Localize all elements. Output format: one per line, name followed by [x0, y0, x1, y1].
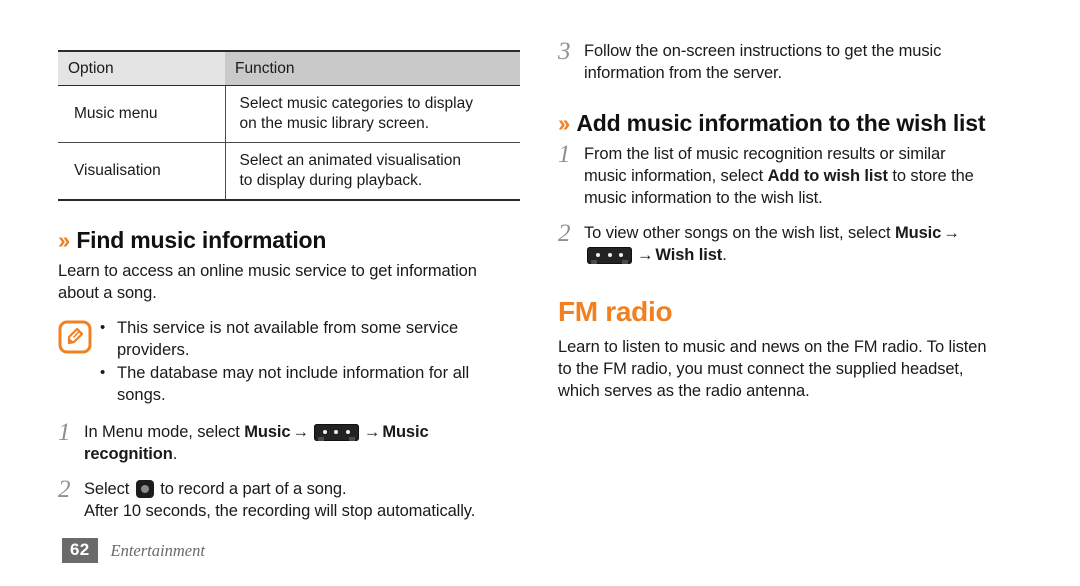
record-button-icon[interactable]	[135, 480, 154, 498]
step-text: In Menu mode, select Music → → Music recogn…	[84, 421, 429, 465]
step-number: 2	[58, 476, 71, 503]
table-header: Option Function	[58, 50, 520, 86]
step-line: After 10 seconds, the recording will sto…	[84, 502, 476, 520]
cell-text-line: on the music library screen.	[239, 114, 430, 132]
section-heading-label: Add music information to the wish list	[576, 110, 986, 136]
note-pencil-icon	[58, 320, 92, 354]
step-line: Follow the on-screen instructions to get…	[584, 42, 942, 60]
bullet-line: This service is not available from some …	[117, 319, 459, 337]
step-line: From the list of music recognition resul…	[584, 145, 946, 163]
cell-text-line: to display during playback.	[239, 171, 423, 189]
step-text-fragment: In Menu mode, select	[84, 423, 245, 441]
arrow-glyph: →	[292, 423, 310, 441]
step-number: 2	[558, 220, 571, 247]
table-body: Music menu Select music categories to di…	[58, 85, 520, 201]
step-text-fragment: to store the	[887, 167, 974, 185]
paragraph-line: about a song.	[58, 284, 157, 302]
page-number: 62	[62, 538, 98, 563]
arrow-glyph: →	[363, 423, 381, 441]
step-line: Select to record a part of a song.	[84, 478, 475, 500]
section-heading-wish-list: ›› Add music information to the wish lis…	[558, 110, 1020, 137]
paragraph-line: Learn to listen to music and news on the…	[558, 338, 987, 356]
step-text-fragment: to record a part of a song.	[155, 480, 347, 498]
step-text-fragment: To view other songs on the wish list, se…	[584, 224, 895, 242]
cell-text-line: Select an animated visualisation	[239, 151, 461, 169]
table-header-row: Option Function	[58, 50, 520, 86]
step-line: → Wish list.	[584, 244, 962, 266]
cell-option-visualisation: Visualisation	[58, 142, 226, 201]
more-options-icon[interactable]	[313, 424, 359, 441]
cell-function-music-menu: Select music categories to display on th…	[225, 85, 520, 143]
note-bullet-list: This service is not available from some …	[100, 317, 470, 408]
bullet-line: songs.	[117, 385, 166, 404]
step-3-find-music: 3 Follow the on-screen instructions to g…	[558, 38, 1020, 84]
column-header-function: Function	[225, 50, 520, 86]
right-column: 3 Follow the on-screen instructions to g…	[558, 38, 1020, 402]
step-text-fragment: .	[722, 246, 727, 264]
arrow-glyph: →	[637, 246, 654, 264]
step-2-find-music: 2 Select to record a part of a song. Aft…	[58, 476, 528, 522]
cell-text-line: Select music categories to display	[239, 94, 473, 112]
step-1-find-music: 1 In Menu mode, select Music → → Music reco…	[58, 419, 528, 465]
cell-option-music-menu: Music menu	[58, 85, 226, 143]
bullet-line: providers.	[117, 340, 190, 359]
manual-page: Option Function Music menu Select music …	[0, 0, 1080, 586]
step-line: music information, select Add to wish li…	[584, 165, 974, 187]
arrow-glyph: →	[943, 224, 960, 242]
step-line: In Menu mode, select Music → → Music	[84, 421, 429, 443]
cell-function-visualisation: Select an animated visualisation to disp…	[225, 142, 520, 201]
step-2-wish-list: 2 To view other songs on the wish list, …	[558, 220, 1020, 266]
more-options-icon[interactable]	[587, 247, 632, 264]
step-bold-add-to-wish-list: Add to wish list	[767, 167, 888, 185]
section-heading-label: Find music information	[76, 227, 327, 253]
chevron-right-icon: ››	[558, 110, 570, 136]
step-bold-music: Music	[244, 423, 291, 441]
step-line: To view other songs on the wish list, se…	[584, 222, 962, 244]
step-text: From the list of music recognition resul…	[584, 143, 974, 209]
step-text-fragment: Select	[84, 480, 134, 498]
step-text: To view other songs on the wish list, se…	[584, 222, 962, 266]
bullet-line: The database may not include information…	[117, 364, 470, 382]
step-bold-recognition: recognition	[84, 445, 173, 463]
step-line: information from the server.	[584, 64, 783, 82]
page-footer: 62 Entertainment	[62, 538, 205, 563]
table-row: Music menu Select music categories to di…	[58, 85, 520, 143]
step-text: Select to record a part of a song. After…	[84, 478, 475, 522]
step-line: music information to the wish list.	[584, 189, 823, 207]
paragraph-line: which serves as the radio antenna.	[558, 382, 810, 400]
step-text-fragment: .	[172, 445, 178, 463]
step-number: 1	[558, 141, 571, 168]
chevron-right-icon: ››	[58, 227, 70, 253]
step-1-wish-list: 1 From the list of music recognition res…	[558, 141, 1020, 209]
section-heading-fm-radio: FM radio	[558, 296, 673, 327]
fm-radio-intro: Learn to listen to music and news on the…	[558, 336, 1020, 402]
step-number: 1	[58, 419, 71, 446]
paragraph-line: to the FM radio, you must connect the su…	[558, 360, 964, 378]
chapter-label: Entertainment	[110, 540, 205, 560]
table-row: Visualisation Select an animated visuali…	[58, 142, 520, 201]
options-table: Option Function Music menu Select music …	[58, 50, 520, 201]
step-number: 3	[558, 38, 571, 65]
left-column: Option Function Music menu Select music …	[58, 40, 528, 522]
step-bold-music-2: Music	[382, 423, 429, 441]
find-music-intro: Learn to access an online music service …	[58, 260, 528, 304]
column-header-option: Option	[58, 50, 225, 86]
step-bold-wish-list: Wish list	[655, 246, 723, 264]
paragraph-line: Learn to access an online music service …	[58, 262, 477, 280]
step-bold-music: Music	[894, 224, 942, 242]
note-callout: This service is not available from some …	[58, 317, 528, 408]
list-item: This service is not available from some …	[100, 317, 469, 361]
step-text-fragment: music information, select	[584, 167, 768, 185]
section-heading-find-music: ›› Find music information	[58, 227, 528, 254]
list-item: The database may not include information…	[100, 362, 470, 406]
step-line: recognition.	[84, 443, 429, 465]
step-text: Follow the on-screen instructions to get…	[584, 40, 941, 84]
